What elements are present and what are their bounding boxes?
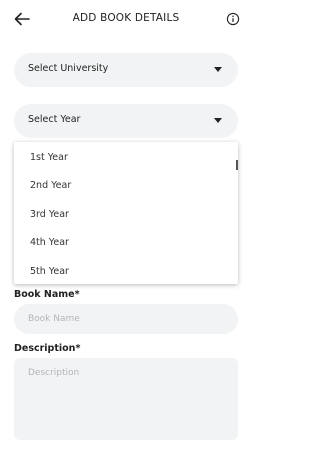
year-option-5[interactable]: 5th Year [30,266,69,277]
book-name-label: Book Name* [14,289,80,300]
university-select[interactable]: Select University [14,53,238,87]
year-select[interactable]: Select Year [14,104,238,138]
info-circle-icon[interactable] [226,12,240,26]
page-title: ADD BOOK DETAILS [72,12,180,24]
caret-down-icon [214,118,222,123]
year-option-1[interactable]: 1st Year [30,152,68,163]
year-option-2[interactable]: 2nd Year [30,180,71,191]
caret-down-icon [214,67,222,72]
book-name-input[interactable] [14,304,238,334]
year-select-label: Select Year [28,114,81,125]
university-select-label: Select University [28,63,109,74]
year-option-4[interactable]: 4th Year [30,237,69,248]
year-option-3[interactable]: 3rd Year [30,209,69,220]
year-dropdown-menu: 1st Year 2nd Year 3rd Year 4th Year 5th … [14,142,238,284]
description-label: Description* [14,343,81,354]
dropdown-scrollbar[interactable] [236,160,238,170]
description-input[interactable] [14,358,238,440]
app-header: ADD BOOK DETAILS [0,0,252,38]
